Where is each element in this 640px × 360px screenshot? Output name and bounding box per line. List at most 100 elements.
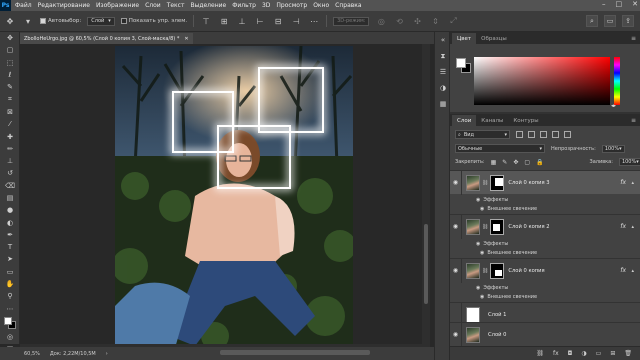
menu-edit[interactable]: Редактирование (38, 2, 90, 9)
document-tab[interactable]: ZbolloHeUrgo.jpg @ 60,5% (Слой 0 копия 3… (20, 33, 193, 44)
clone-stamp-tool-icon[interactable]: ⊥ (0, 155, 20, 167)
brush-tool-icon[interactable]: ✏ (0, 143, 20, 155)
visibility-eye-icon[interactable]: ◉ (450, 214, 462, 239)
align-left-icon[interactable]: ⊢ (254, 15, 266, 27)
align-middle-icon[interactable]: ⊞ (218, 15, 230, 27)
layer-row[interactable]: ◉ ⛓ Слой 0 копия 2 fx ▴ (450, 214, 640, 239)
tab-paths[interactable]: Контуры (508, 115, 543, 126)
menu-filter[interactable]: Фильтр (232, 2, 256, 9)
layer-row[interactable]: ◉ ⛓ Слой 0 копия fx ▴ (450, 258, 640, 283)
effect-row[interactable]: ◉ Внешнее свечение (450, 204, 640, 213)
filter-smart-object-icon[interactable] (564, 131, 571, 138)
hue-slider[interactable] (614, 57, 620, 105)
color-swatches[interactable] (0, 315, 20, 331)
share-icon[interactable]: ⇪ (622, 15, 634, 27)
blur-tool-icon[interactable]: ● (0, 204, 20, 216)
layer-mask-thumbnail[interactable] (490, 174, 505, 191)
foreground-color-swatch[interactable] (4, 316, 12, 325)
menu-file[interactable]: Файл (15, 2, 32, 9)
tab-swatches[interactable]: Образцы (476, 33, 512, 44)
type-tool-icon[interactable]: T (0, 241, 20, 253)
effects-row[interactable]: ◉ Эффекты (450, 283, 640, 292)
add-mask-icon[interactable]: ◘ (568, 350, 573, 357)
3d-roll-icon[interactable]: ⟲ (393, 15, 405, 27)
tool-preset-dropdown-icon[interactable]: ▾ (22, 15, 34, 27)
move-tool-icon[interactable]: ✥ (4, 15, 16, 27)
menu-type[interactable]: Текст (167, 2, 185, 9)
crop-tool-icon[interactable]: ⌗ (0, 93, 20, 105)
expand-arrow-icon[interactable]: ▴ (631, 180, 634, 186)
menu-layers[interactable]: Слои (145, 2, 161, 9)
canvas-area[interactable] (20, 44, 422, 344)
workspace-icon[interactable]: ▭ (604, 15, 616, 27)
filter-pixel-icon[interactable] (516, 131, 523, 138)
quick-mask-icon[interactable]: ◎ (0, 331, 20, 343)
3d-scale-icon[interactable]: ⤢ (447, 15, 459, 27)
align-right-icon[interactable]: ⊣ (290, 15, 302, 27)
fx-icon[interactable]: fx (620, 267, 626, 274)
close-tab-icon[interactable]: ✕ (184, 36, 188, 42)
3d-slide-icon[interactable]: ⇕ (429, 15, 441, 27)
minimize-button[interactable]: – (602, 0, 606, 8)
layer-name[interactable]: Слой 0 копия 2 (508, 224, 549, 230)
menu-help[interactable]: Справка (335, 2, 361, 9)
autoselect-target-select[interactable]: Слой ▾ (87, 16, 115, 26)
eye-icon[interactable]: ◉ (476, 285, 480, 291)
vertical-scrollbar[interactable] (422, 44, 430, 344)
zoom-tool-icon[interactable]: ⚲ (0, 290, 20, 302)
new-group-icon[interactable]: ▭ (596, 350, 602, 357)
eye-icon[interactable]: ◉ (476, 241, 480, 247)
effect-row[interactable]: ◉ Внешнее свечение (450, 248, 640, 257)
frame-tool-icon[interactable]: ⊠ (0, 106, 20, 118)
color-field[interactable] (474, 57, 610, 105)
history-panel-icon[interactable]: ⧗ (435, 48, 451, 64)
eye-icon[interactable]: ◉ (480, 250, 484, 256)
close-button[interactable]: ✕ (632, 0, 638, 8)
tab-channels[interactable]: Каналы (476, 115, 508, 126)
fill-input[interactable]: 100% ▾ (618, 158, 640, 166)
align-center-icon[interactable]: ⊟ (272, 15, 284, 27)
layer-name[interactable]: Слой 0 копия (508, 268, 544, 274)
fx-icon[interactable]: fx (620, 223, 626, 230)
effects-row[interactable]: ◉ Эффекты (450, 239, 640, 248)
layer-mask-thumbnail[interactable] (490, 218, 505, 235)
move-tool-icon[interactable]: ✥ (0, 32, 20, 44)
trash-icon[interactable]: 🗑 (624, 350, 632, 357)
blend-mode-select[interactable]: Обычные ▾ (455, 144, 545, 153)
healing-brush-tool-icon[interactable]: ✚ (0, 130, 20, 142)
opacity-input[interactable]: 100% ▾ (601, 144, 625, 153)
filter-type-icon[interactable] (540, 131, 547, 138)
artboard-tool-icon[interactable]: ▢ (0, 44, 20, 56)
collapse-arrows-icon[interactable]: « (435, 32, 451, 48)
mask-link-icon[interactable]: ⛓ (482, 224, 488, 230)
mask-link-icon[interactable]: ⛓ (482, 268, 488, 274)
align-top-icon[interactable]: ⊤ (200, 15, 212, 27)
dodge-tool-icon[interactable]: ◐ (0, 216, 20, 228)
align-bottom-icon[interactable]: ⊥ (236, 15, 248, 27)
filter-shape-icon[interactable] (552, 131, 559, 138)
eraser-tool-icon[interactable]: ⌫ (0, 180, 20, 192)
lock-all-icon[interactable]: 🔒 (536, 159, 543, 166)
visibility-eye-icon[interactable]: ◉ (450, 322, 462, 347)
add-style-icon[interactable]: fx (553, 350, 559, 357)
zoom-level[interactable]: 60,5% (24, 351, 40, 357)
maximize-button[interactable]: □ (616, 0, 623, 8)
gradient-tool-icon[interactable]: ▤ (0, 192, 20, 204)
adjustment-layer-icon[interactable]: ◑ (581, 350, 586, 357)
eyedropper-tool-icon[interactable]: ⁄ (0, 118, 20, 130)
lasso-tool-icon[interactable]: ℓ (0, 69, 20, 81)
layer-name[interactable]: Слой 0 копия 3 (508, 180, 549, 186)
effect-row[interactable]: ◉ Внешнее свечение (450, 292, 640, 301)
history-brush-tool-icon[interactable]: ↺ (0, 167, 20, 179)
layer-row[interactable]: ◉ Слой 0 (450, 322, 640, 347)
layer-row[interactable]: ◉ ⛓ Слой 0 копия 3 fx ▴ (450, 170, 640, 195)
panel-menu-icon[interactable]: ≡ (631, 35, 636, 42)
autoselect-checkbox[interactable]: Автовыбор: (40, 18, 81, 24)
menu-select[interactable]: Выделение (190, 2, 226, 9)
visibility-eye-icon[interactable]: ◉ (450, 258, 462, 283)
eye-icon[interactable]: ◉ (480, 294, 484, 300)
libraries-panel-icon[interactable]: ▦ (435, 96, 451, 112)
menu-image[interactable]: Изображение (96, 2, 139, 9)
expand-arrow-icon[interactable]: ▴ (631, 268, 634, 274)
lock-position-icon[interactable]: ✥ (513, 159, 518, 166)
